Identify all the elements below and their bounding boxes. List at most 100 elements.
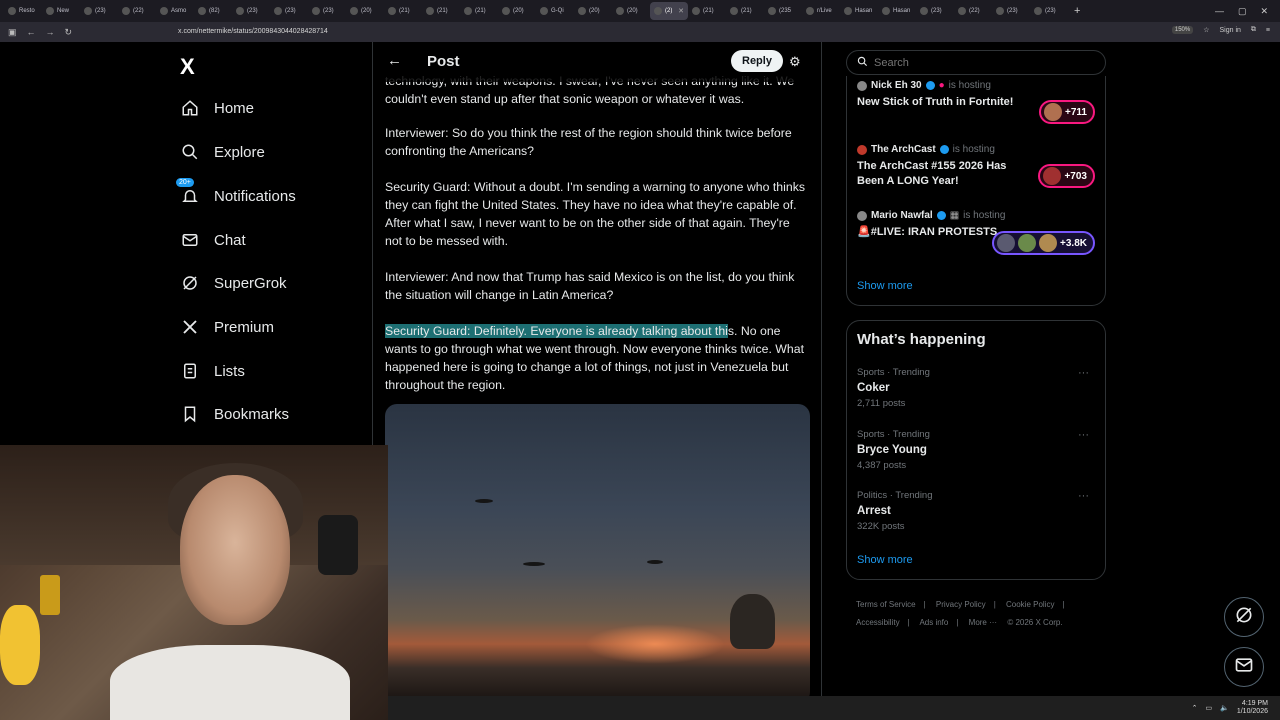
- close-icon[interactable]: ✕: [1260, 6, 1268, 17]
- browser-tab[interactable]: (22): [118, 2, 156, 20]
- volume-icon[interactable]: 🔈: [1220, 704, 1229, 712]
- footer-link[interactable]: Terms of Service: [856, 600, 916, 609]
- browser-tab[interactable]: G-Qi: [536, 2, 574, 20]
- space-listeners-pill[interactable]: +703: [1038, 164, 1095, 188]
- footer-link[interactable]: Cookie Policy: [1006, 600, 1054, 609]
- tab-favicon-icon: [198, 7, 206, 15]
- bookmark-star-icon[interactable]: ☆: [1203, 26, 1209, 34]
- toy-figure: [0, 605, 40, 685]
- system-taskbar: ⌃ ▭ 🔈 4:19 PM 1/10/2026: [388, 696, 1280, 720]
- nav-explore-label: Explore: [214, 143, 265, 161]
- bookmark-icon: [180, 404, 200, 424]
- search-input[interactable]: [874, 56, 1074, 69]
- tab-close-icon[interactable]: ✕: [678, 7, 684, 15]
- mail-icon: [1234, 655, 1254, 680]
- browser-tab[interactable]: (2) ✕: [650, 2, 688, 20]
- trend-item[interactable]: Sports · Trending Coker 2,711 posts ···: [857, 367, 1097, 409]
- nav-explore[interactable]: Explore: [180, 142, 265, 162]
- space-listeners-pill[interactable]: +711: [1039, 100, 1095, 124]
- tab-favicon-icon: [8, 7, 16, 15]
- footer-link[interactable]: Ads info: [919, 618, 948, 627]
- sign-in-button[interactable]: Sign in: [1220, 27, 1241, 34]
- trend-item[interactable]: Sports · Trending Bryce Young 4,387 post…: [857, 429, 1097, 471]
- tab-label: G-Qi: [551, 8, 564, 14]
- menu-icon[interactable]: ≡: [1266, 27, 1270, 34]
- spaces-show-more-link[interactable]: Show more: [857, 280, 913, 292]
- maximize-icon[interactable]: ▢: [1238, 6, 1247, 17]
- settings-sliders-icon[interactable]: ⚙: [789, 54, 801, 70]
- browser-tab[interactable]: (22): [954, 2, 992, 20]
- tab-label: Resto: [19, 8, 35, 14]
- nav-notifications[interactable]: 20+ Notifications: [176, 178, 296, 206]
- nav-premium[interactable]: Premium: [180, 317, 274, 337]
- forward-icon[interactable]: →: [46, 27, 55, 37]
- browser-tab[interactable]: Resto: [4, 2, 42, 20]
- x-logo[interactable]: X: [180, 54, 195, 80]
- browser-tab[interactable]: (23): [1030, 2, 1068, 20]
- browser-tab[interactable]: (23): [80, 2, 118, 20]
- post-video[interactable]: [385, 404, 810, 704]
- url-field[interactable]: x.com/nettermike/status/2009843044028428…: [178, 28, 328, 35]
- network-icon[interactable]: ▭: [1206, 704, 1213, 712]
- browser-tab[interactable]: (23): [916, 2, 954, 20]
- space-listeners-pill[interactable]: +3.8K: [992, 231, 1095, 255]
- new-tab-icon[interactable]: +: [1068, 5, 1086, 17]
- tab-favicon-icon: [654, 7, 662, 15]
- minimize-icon[interactable]: —: [1215, 6, 1224, 17]
- trends-show-more-link[interactable]: Show more: [857, 554, 913, 566]
- footer-link[interactable]: More ···: [969, 618, 997, 627]
- more-options-icon[interactable]: ···: [1078, 429, 1089, 441]
- messages-fab-button[interactable]: [1224, 647, 1264, 687]
- trend-item[interactable]: Politics · Trending Arrest 322K posts ··…: [857, 490, 1097, 532]
- browser-tab[interactable]: (21): [384, 2, 422, 20]
- browser-tab[interactable]: (23): [270, 2, 308, 20]
- browser-tab[interactable]: Asmo: [156, 2, 194, 20]
- sidebar-toggle-icon[interactable]: ▣: [8, 27, 17, 38]
- browser-tab[interactable]: (20): [498, 2, 536, 20]
- back-icon[interactable]: ←: [27, 27, 36, 37]
- tab-favicon-icon: [730, 7, 738, 15]
- trend-name: Coker: [857, 382, 890, 394]
- browser-tab[interactable]: (20): [346, 2, 384, 20]
- browser-tab[interactable]: (235: [764, 2, 802, 20]
- browser-tab[interactable]: (23): [992, 2, 1030, 20]
- browser-tab[interactable]: (23): [308, 2, 346, 20]
- reload-icon[interactable]: ↻: [65, 27, 73, 38]
- browser-tab[interactable]: (20): [574, 2, 612, 20]
- footer-link[interactable]: Privacy Policy: [936, 600, 986, 609]
- cup: [40, 575, 60, 615]
- nav-chat[interactable]: Chat: [180, 230, 246, 250]
- browser-tab[interactable]: (21): [422, 2, 460, 20]
- browser-tab[interactable]: Hasan: [878, 2, 916, 20]
- tray-chevron-icon[interactable]: ⌃: [1192, 704, 1198, 712]
- browser-tab[interactable]: (21): [726, 2, 764, 20]
- tab-favicon-icon: [464, 7, 472, 15]
- extensions-icon[interactable]: ⧉: [1251, 26, 1256, 34]
- nav-lists[interactable]: Lists: [180, 361, 245, 381]
- more-options-icon[interactable]: ···: [1078, 490, 1089, 502]
- trend-name: Bryce Young: [857, 444, 927, 456]
- browser-tab[interactable]: (20): [612, 2, 650, 20]
- browser-tab[interactable]: r/Live: [802, 2, 840, 20]
- tab-favicon-icon: [806, 7, 814, 15]
- browser-tab[interactable]: New: [42, 2, 80, 20]
- browser-tab[interactable]: Hasan: [840, 2, 878, 20]
- zoom-level[interactable]: 150%: [1171, 26, 1194, 34]
- footer-separator: |: [956, 618, 959, 627]
- trend-category: Politics · Trending: [857, 490, 933, 501]
- reply-button[interactable]: Reply: [731, 50, 783, 72]
- nav-supergrok[interactable]: SuperGrok: [180, 273, 287, 293]
- browser-tab[interactable]: (23): [232, 2, 270, 20]
- tab-label: r/Live: [817, 8, 832, 14]
- back-arrow-icon[interactable]: ←: [387, 52, 402, 69]
- nav-bookmarks[interactable]: Bookmarks: [180, 404, 289, 424]
- nav-home[interactable]: Home: [180, 98, 254, 118]
- browser-tab[interactable]: (82): [194, 2, 232, 20]
- system-clock[interactable]: 4:19 PM 1/10/2026: [1237, 700, 1268, 716]
- search-box[interactable]: [846, 50, 1106, 75]
- browser-tab[interactable]: (21): [460, 2, 498, 20]
- footer-link[interactable]: Accessibility: [856, 618, 900, 627]
- browser-tab[interactable]: (21): [688, 2, 726, 20]
- grok-fab-button[interactable]: [1224, 597, 1264, 637]
- more-options-icon[interactable]: ···: [1078, 367, 1089, 379]
